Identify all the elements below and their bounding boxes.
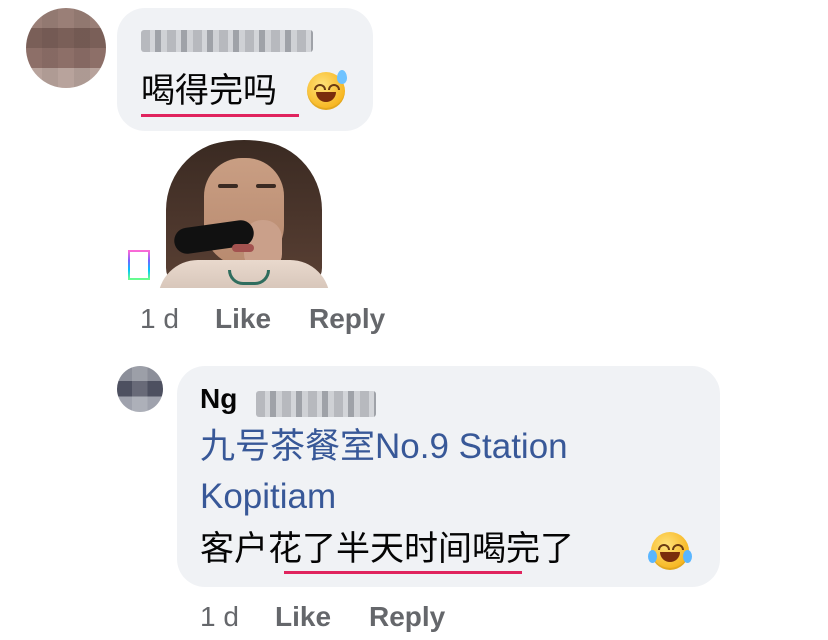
- reply-button[interactable]: Reply: [369, 601, 445, 633]
- tears-of-joy-emoji: [648, 532, 692, 570]
- comment-timestamp[interactable]: 1 d: [140, 303, 179, 335]
- sweat-smile-emoji: [307, 70, 347, 110]
- commenter-avatar[interactable]: [26, 8, 106, 88]
- reply-button[interactable]: Reply: [309, 303, 385, 335]
- author-name-visible[interactable]: Ng: [200, 383, 237, 414]
- blurred-author-name[interactable]: [141, 30, 313, 52]
- comment-text: 喝得完吗: [141, 72, 277, 110]
- reply-timestamp[interactable]: 1 d: [200, 601, 239, 633]
- text-underline: [284, 571, 522, 574]
- blurred-author-name[interactable]: [256, 391, 376, 417]
- file-icon: [128, 250, 150, 280]
- reply-text: 客户花了半天时间喝完了: [200, 530, 574, 568]
- text-underline: [141, 114, 299, 117]
- sticker-image[interactable]: [158, 140, 330, 288]
- like-button[interactable]: Like: [275, 601, 331, 633]
- like-button[interactable]: Like: [215, 303, 271, 335]
- page-tag-link[interactable]: 九号茶餐室No.9 Station Kopitiam: [200, 422, 700, 522]
- reply-avatar[interactable]: [117, 366, 163, 412]
- reply-author[interactable]: Ng: [200, 383, 237, 415]
